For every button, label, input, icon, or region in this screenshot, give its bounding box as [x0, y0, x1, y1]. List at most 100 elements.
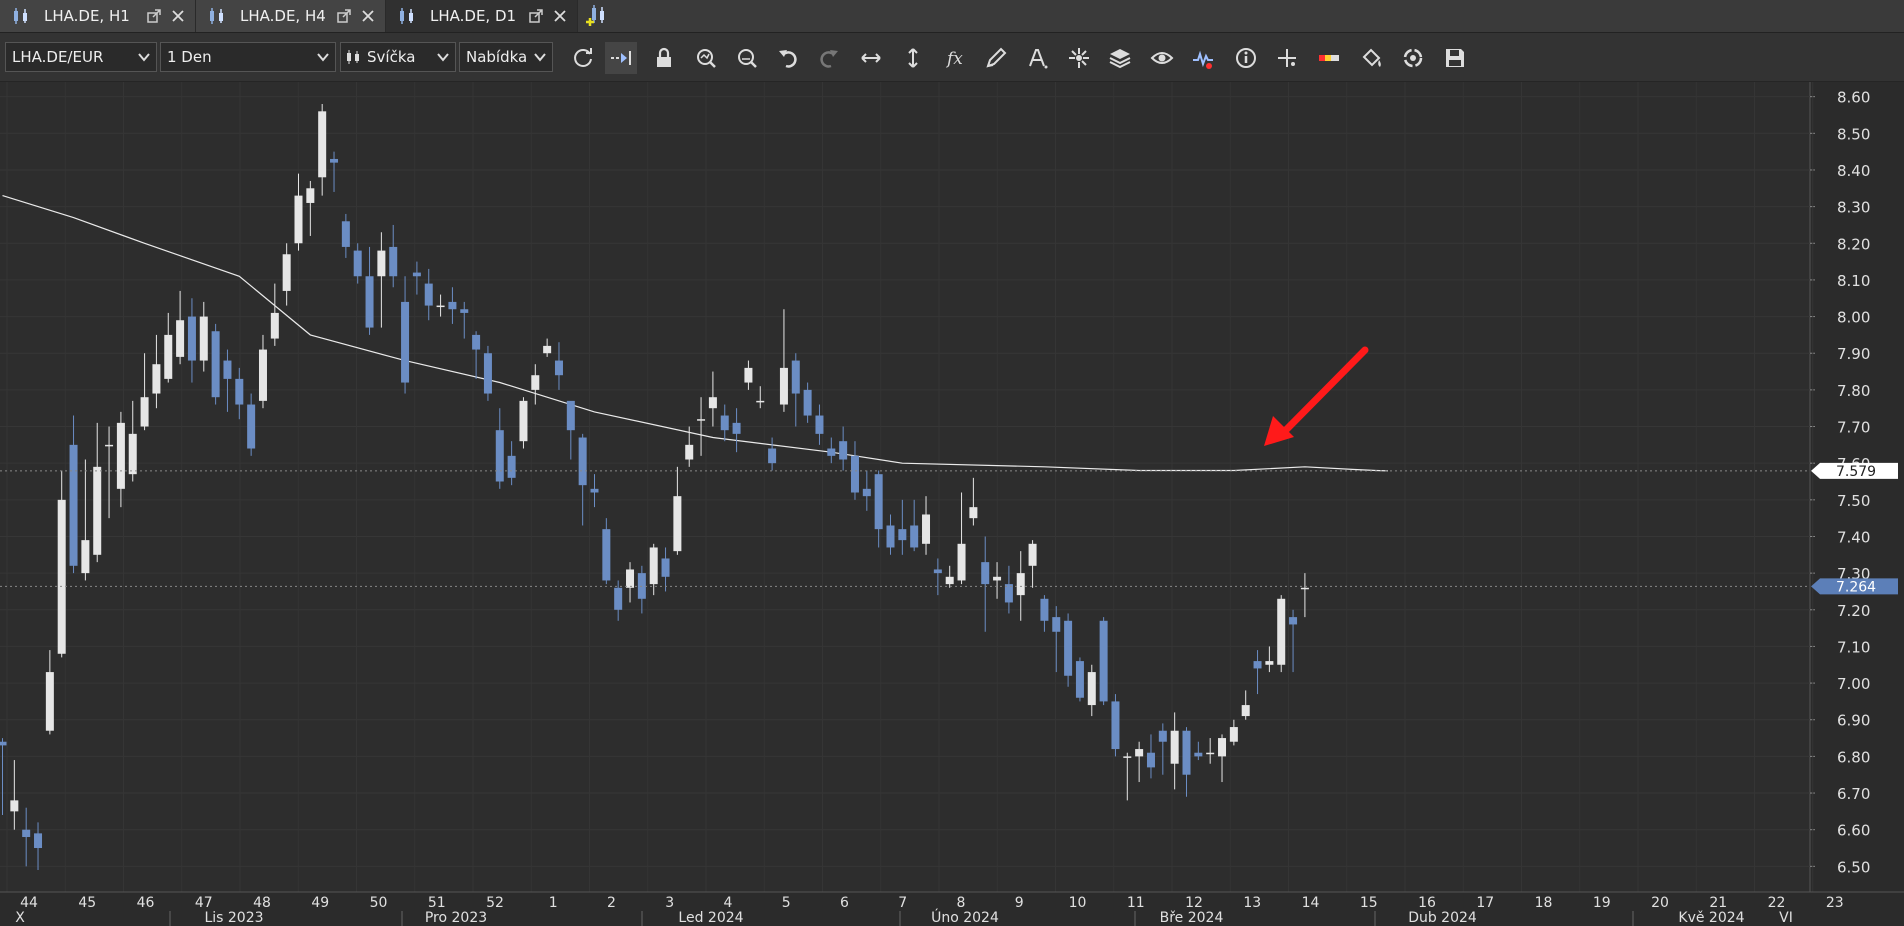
candle[interactable] — [590, 488, 599, 493]
candle[interactable] — [1123, 756, 1132, 758]
candle[interactable] — [294, 195, 303, 244]
candle[interactable] — [768, 448, 777, 464]
candle[interactable] — [93, 466, 102, 555]
candle[interactable] — [258, 349, 267, 401]
candle[interactable] — [1099, 620, 1108, 702]
candle[interactable] — [69, 444, 78, 566]
candle[interactable] — [922, 514, 931, 544]
candle[interactable] — [282, 254, 291, 291]
candle[interactable] — [862, 488, 871, 497]
candle[interactable] — [460, 309, 469, 313]
candle[interactable] — [744, 367, 753, 383]
close-icon[interactable] — [361, 9, 375, 23]
candle[interactable] — [507, 455, 516, 478]
candle[interactable] — [341, 221, 350, 247]
candle[interactable] — [626, 569, 635, 588]
candle[interactable] — [519, 400, 528, 442]
lock-button[interactable] — [648, 42, 680, 74]
candle[interactable] — [554, 360, 563, 376]
candle[interactable] — [827, 448, 836, 456]
candle[interactable] — [1075, 661, 1084, 698]
info-button[interactable] — [1230, 42, 1262, 74]
candle[interactable] — [353, 250, 362, 277]
candle[interactable] — [1206, 752, 1215, 755]
candle[interactable] — [495, 430, 504, 482]
candle[interactable] — [1158, 730, 1167, 742]
candle[interactable] — [1028, 543, 1037, 566]
candle[interactable] — [235, 378, 244, 405]
candle[interactable] — [957, 543, 966, 581]
candle[interactable] — [720, 415, 729, 431]
candle[interactable] — [152, 364, 161, 394]
candle[interactable] — [732, 422, 741, 434]
text-tool-button[interactable] — [1021, 42, 1053, 74]
heartbeat-button[interactable] — [1187, 42, 1219, 74]
candle[interactable] — [649, 547, 658, 585]
candle[interactable] — [933, 569, 942, 574]
candle[interactable] — [874, 474, 883, 530]
redo-button[interactable] — [813, 42, 845, 74]
candle[interactable] — [815, 415, 824, 434]
candle[interactable] — [424, 283, 433, 306]
tab-lha-h1[interactable]: LHA.DE, H1 — [0, 0, 196, 32]
popout-icon[interactable] — [529, 9, 543, 23]
candle[interactable] — [270, 312, 279, 339]
cycle-button[interactable] — [1397, 42, 1429, 74]
vertical-stretch-button[interactable] — [897, 42, 929, 74]
candle[interactable] — [401, 301, 410, 383]
color-bar-button[interactable] — [1313, 42, 1345, 74]
candle[interactable] — [543, 345, 552, 354]
candle[interactable] — [602, 529, 611, 581]
candle[interactable] — [898, 529, 907, 541]
candle[interactable] — [318, 111, 327, 178]
candle[interactable] — [1253, 661, 1262, 669]
candle[interactable] — [128, 433, 137, 475]
candle[interactable] — [566, 400, 575, 431]
candle[interactable] — [993, 576, 1002, 581]
candle[interactable] — [412, 272, 421, 277]
candle[interactable] — [1277, 598, 1286, 665]
refresh-button[interactable] — [567, 42, 599, 74]
candle[interactable] — [578, 437, 587, 486]
layers-button[interactable] — [1104, 42, 1136, 74]
candle[interactable] — [1300, 587, 1309, 590]
candle[interactable] — [969, 507, 978, 519]
zoom-out-button[interactable] — [731, 42, 763, 74]
add-chart-icon[interactable] — [584, 3, 610, 29]
candle[interactable] — [708, 397, 717, 409]
candle[interactable] — [791, 360, 800, 394]
symbol-select[interactable]: LHA.DE/EUR — [5, 42, 157, 72]
candle[interactable] — [22, 829, 31, 838]
candle[interactable] — [756, 400, 765, 403]
candle[interactable] — [1170, 730, 1179, 764]
undo-button[interactable] — [772, 42, 804, 74]
candle[interactable] — [436, 305, 445, 308]
crosshair-tool-button[interactable] — [1063, 42, 1095, 74]
candle[interactable] — [105, 444, 114, 447]
close-icon[interactable] — [171, 9, 185, 23]
price-chart[interactable]: 6.506.606.706.806.907.007.107.207.307.40… — [0, 82, 1904, 926]
close-icon[interactable] — [553, 9, 567, 23]
candle[interactable] — [1064, 620, 1073, 676]
candle[interactable] — [365, 276, 374, 328]
candle[interactable] — [448, 301, 457, 310]
candle[interactable] — [116, 422, 125, 489]
candle[interactable] — [199, 316, 208, 361]
candle[interactable] — [140, 397, 149, 427]
pencil-button[interactable] — [980, 42, 1012, 74]
candle[interactable] — [1265, 661, 1274, 665]
candle[interactable] — [981, 562, 990, 585]
candle[interactable] — [661, 558, 670, 577]
function-button[interactable]: fx — [940, 42, 972, 74]
candle[interactable] — [697, 419, 706, 421]
candle[interactable] — [673, 496, 682, 552]
paint-bucket-button[interactable] — [1356, 42, 1388, 74]
popout-icon[interactable] — [147, 9, 161, 23]
candle[interactable] — [377, 250, 386, 277]
candle[interactable] — [176, 320, 185, 357]
candle[interactable] — [839, 441, 848, 460]
candle[interactable] — [1241, 705, 1250, 717]
candle[interactable] — [1040, 598, 1049, 621]
eye-button[interactable] — [1146, 42, 1178, 74]
candle[interactable] — [1087, 672, 1096, 706]
